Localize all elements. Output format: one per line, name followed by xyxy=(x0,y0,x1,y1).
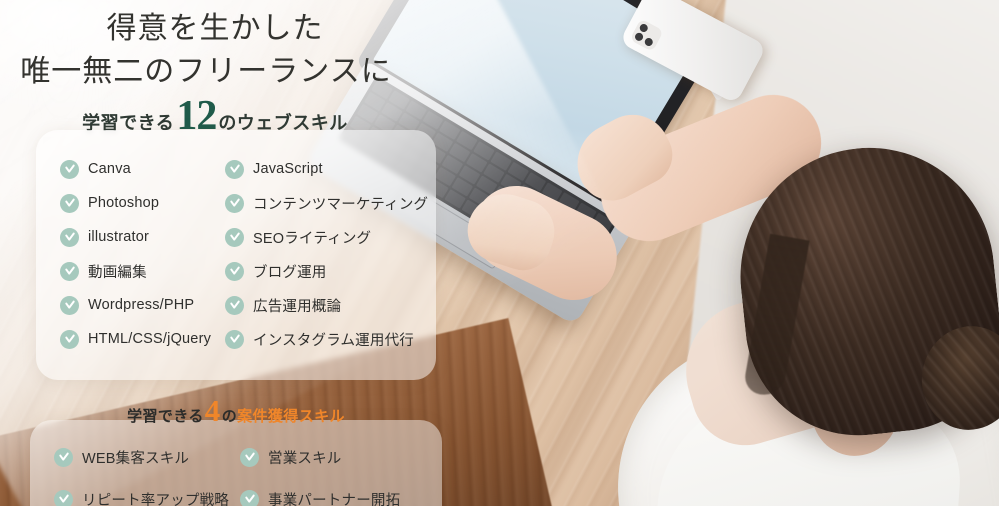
business-skills-heading-middle: の xyxy=(221,408,238,425)
skill-item: 広告運用概論 xyxy=(225,295,428,316)
skill-item: JavaScript xyxy=(225,159,428,179)
headline-line-2: 唯一無二のフリーランスに xyxy=(20,54,392,88)
skill-item: SEOライティング xyxy=(225,227,428,248)
skill-label: HTML/CSS/jQuery xyxy=(88,331,212,347)
skill-label: illustrator xyxy=(88,229,150,245)
business-skills-grid: WEB集客スキル 営業スキル リピート率アップ戦略 事業パートナー開拓 xyxy=(54,436,434,506)
check-circle-icon xyxy=(225,159,244,179)
headline-line-1: 得意を生かした xyxy=(106,12,324,45)
skill-label: コンテンツマーケティング xyxy=(253,196,429,213)
skill-label: インスタグラム運用代行 xyxy=(253,332,414,349)
web-skills-grid: Canva JavaScript Photoshop コンテンツマーケティング … xyxy=(60,152,428,356)
skill-item: コンテンツマーケティング xyxy=(225,193,428,214)
skill-item: WEB集客スキル xyxy=(54,447,240,468)
skill-label: Wordpress/PHP xyxy=(88,297,195,313)
skill-label: リピート率アップ戦略 xyxy=(82,492,229,506)
skill-item: illustrator xyxy=(60,227,225,247)
check-circle-icon xyxy=(225,261,244,281)
skill-label: 広告運用概論 xyxy=(253,298,342,315)
check-circle-icon xyxy=(54,447,73,467)
check-circle-icon xyxy=(240,489,259,506)
skill-label: SEOライティング xyxy=(253,230,372,247)
business-skills-heading-prefix: 学習できる xyxy=(127,408,204,425)
hero-banner: 得意を生かした 唯一無二のフリーランスに 学習できる 12 のウェブスキル Ca… xyxy=(0,0,999,506)
skill-item: Wordpress/PHP xyxy=(60,295,225,315)
skill-label: 動画編集 xyxy=(88,264,147,281)
skill-label: WEB集客スキル xyxy=(82,450,190,467)
skill-item: HTML/CSS/jQuery xyxy=(60,329,225,349)
skill-label: 事業パートナー開拓 xyxy=(268,492,401,506)
check-circle-icon xyxy=(240,447,259,467)
skill-item: リピート率アップ戦略 xyxy=(54,489,240,506)
skill-item: 動画編集 xyxy=(60,261,225,282)
skill-label: Photoshop xyxy=(88,195,160,211)
skill-item: Photoshop xyxy=(60,193,225,213)
check-circle-icon xyxy=(60,329,79,349)
web-skills-panel: Canva JavaScript Photoshop コンテンツマーケティング … xyxy=(36,130,436,380)
skill-item: 事業パートナー開拓 xyxy=(240,489,434,506)
check-circle-icon xyxy=(225,295,244,315)
skill-item: インスタグラム運用代行 xyxy=(225,329,428,350)
check-circle-icon xyxy=(225,329,244,349)
skill-label: Canva xyxy=(88,161,131,177)
skill-label: ブログ運用 xyxy=(253,264,327,281)
check-circle-icon xyxy=(60,193,79,213)
check-circle-icon xyxy=(60,295,79,315)
check-circle-icon xyxy=(60,227,79,247)
skill-label: JavaScript xyxy=(253,161,323,177)
skill-item: Canva xyxy=(60,159,225,179)
check-circle-icon xyxy=(54,489,73,506)
content-layer: 得意を生かした 唯一無二のフリーランスに 学習できる 12 のウェブスキル Ca… xyxy=(0,0,999,506)
business-skills-heading: 学習できる 4 の 案件獲得スキル xyxy=(30,393,442,428)
business-skills-count: 4 xyxy=(204,393,221,428)
skill-item: 営業スキル xyxy=(240,447,434,468)
check-circle-icon xyxy=(225,193,244,213)
business-skills-heading-suffix: 案件獲得スキル xyxy=(237,408,345,425)
check-circle-icon xyxy=(60,159,79,179)
business-skills-panel: WEB集客スキル 営業スキル リピート率アップ戦略 事業パートナー開拓 xyxy=(30,420,442,506)
check-circle-icon xyxy=(225,227,244,247)
page-title: 得意を生かした 唯一無二のフリーランスに xyxy=(0,8,430,93)
check-circle-icon xyxy=(60,261,79,281)
skill-label: 営業スキル xyxy=(268,450,342,467)
skill-item: ブログ運用 xyxy=(225,261,428,282)
